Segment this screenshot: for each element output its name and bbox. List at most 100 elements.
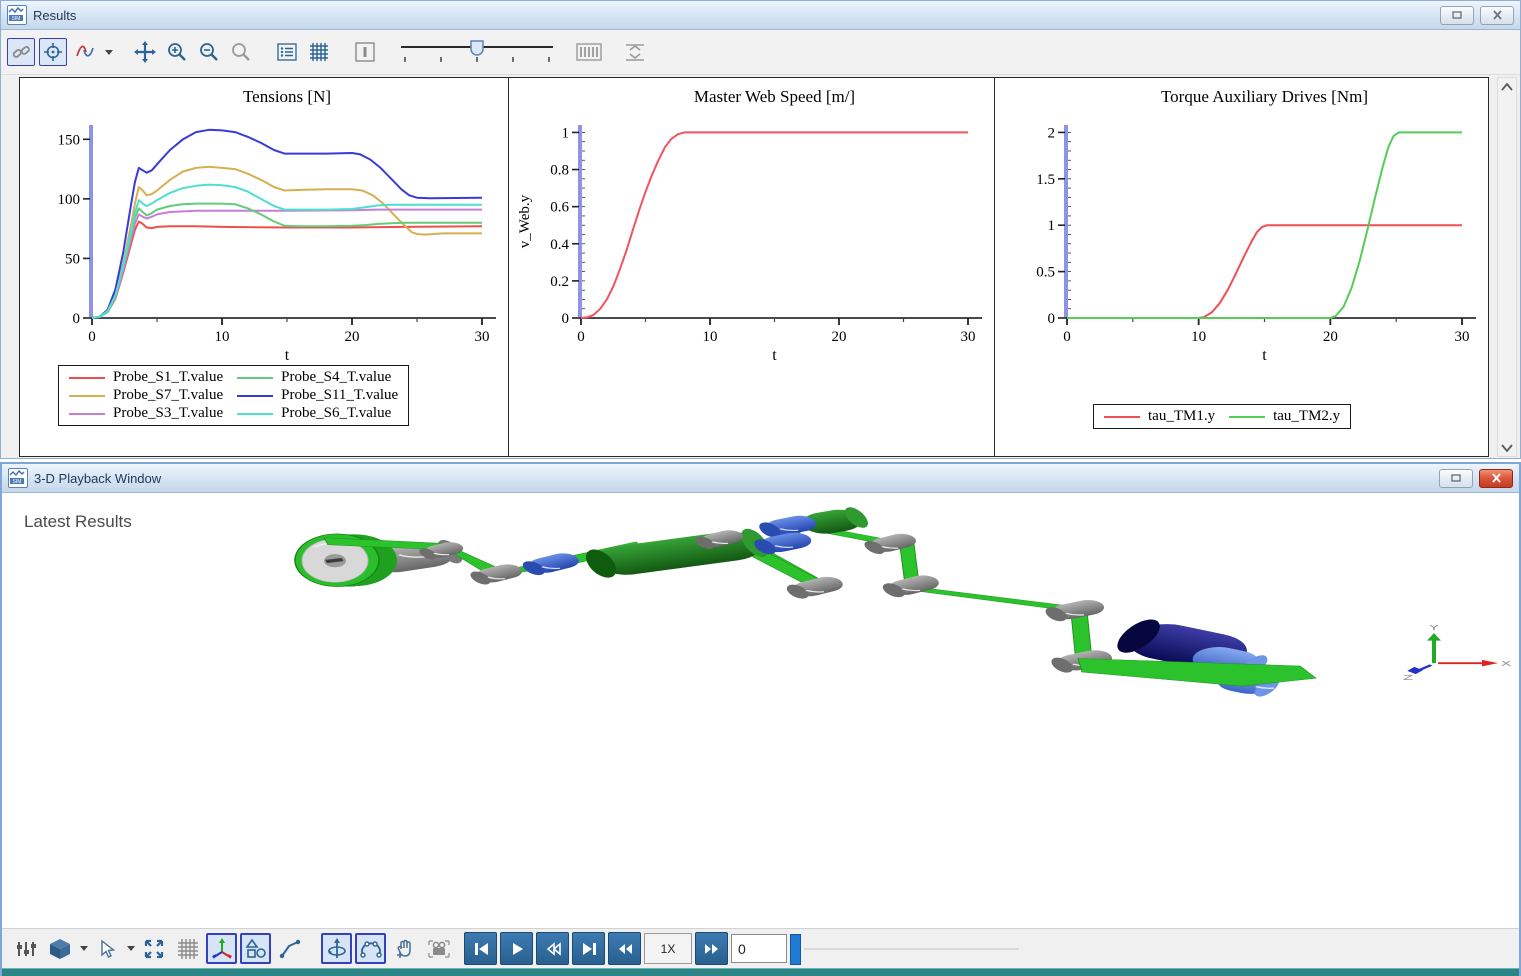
axis-label-x: X	[1501, 659, 1511, 667]
axis-label-z: Z	[1403, 673, 1413, 681]
legend-entry: Probe_S6_T.value	[237, 405, 398, 422]
series-Probe_S1_T.value[interactable]	[92, 222, 482, 319]
scene-3d-viewport[interactable]: Y X Z	[2, 494, 1519, 930]
view-cube-button[interactable]	[44, 933, 75, 964]
x-tick-label: 10	[215, 329, 230, 345]
dancer-roller-blue[interactable]	[518, 551, 584, 577]
playback-titlebar[interactable]: SIM 3-D Playback Window	[2, 464, 1519, 493]
fit-view-button[interactable]	[138, 933, 169, 964]
zoom-in-button[interactable]	[163, 38, 191, 66]
close-button[interactable]	[1479, 469, 1513, 488]
view-cube-dropdown[interactable]	[80, 946, 88, 951]
time-slider[interactable]	[397, 35, 557, 70]
restore-button[interactable]	[1440, 6, 1474, 25]
y-axis	[1064, 125, 1068, 318]
x-tick-label: 20	[345, 329, 360, 345]
grid-button[interactable]	[172, 933, 203, 964]
y-tick-label: 0	[1048, 311, 1056, 327]
drive-drum-green[interactable]	[580, 527, 774, 579]
step-back-button[interactable]	[536, 932, 569, 965]
close-button[interactable]	[1480, 6, 1514, 25]
chart-legend: tau_TM1.y tau_TM2.y	[1093, 404, 1351, 429]
playback-window: SIM 3-D Playback Window	[0, 462, 1521, 976]
x-tick-label: 20	[1323, 329, 1338, 345]
speed-indicator[interactable]: 1X	[644, 933, 692, 964]
select-pointer-button[interactable]	[91, 933, 122, 964]
results-window: SIM Results	[0, 0, 1521, 459]
orbit-view-button[interactable]	[355, 933, 386, 964]
y-tick-label: 1	[562, 125, 570, 141]
legend-label: Probe_S7_T.value	[113, 387, 223, 404]
x-tick-label: 0	[88, 329, 96, 345]
geometry-shapes-button[interactable]	[240, 933, 271, 964]
chart-tensions[interactable]: Tensions [N]0501001500102030tProbe_S1_T.…	[20, 78, 508, 456]
legend-entry: tau_TM2.y	[1229, 408, 1340, 425]
skip-to-end-button[interactable]	[572, 932, 605, 965]
play-button[interactable]	[500, 932, 533, 965]
cursor-line-button[interactable]	[351, 38, 379, 66]
x-tick-label: 10	[1191, 329, 1206, 345]
series-tau_TM1.y[interactable]	[1067, 225, 1462, 318]
axes-triad: Y X Z	[1403, 624, 1511, 682]
x-tick-label: 0	[577, 329, 585, 345]
chart-title: Tensions [N]	[243, 87, 331, 106]
legend-label: Probe_S3_T.value	[113, 405, 223, 422]
record-video-button[interactable]	[423, 933, 454, 964]
zoom-window-button[interactable]	[227, 38, 255, 66]
crosshair-button[interactable]	[39, 38, 67, 66]
scroll-down-icon[interactable]	[1498, 439, 1516, 456]
legend-entry: tau_TM1.y	[1104, 408, 1215, 425]
chart-title: Master Web Speed [m/]	[694, 87, 855, 106]
legend-label: Probe_S6_T.value	[281, 405, 391, 422]
link-button[interactable]	[7, 38, 35, 66]
fit-height-button[interactable]	[621, 38, 649, 66]
measure-polyline-button[interactable]	[274, 933, 305, 964]
frame-input[interactable]	[731, 934, 787, 963]
curve-style-dropdown[interactable]	[105, 50, 113, 55]
rewind-button[interactable]	[608, 932, 641, 965]
fast-forward-button[interactable]	[695, 932, 728, 965]
series-Probe_S7_T.value[interactable]	[92, 167, 482, 318]
legend-label: tau_TM2.y	[1273, 408, 1340, 425]
application-stage: SIM Results	[0, 0, 1521, 976]
pan-button[interactable]	[131, 38, 159, 66]
results-titlebar[interactable]: SIM Results	[1, 1, 1520, 30]
select-pointer-dropdown[interactable]	[127, 946, 135, 951]
restore-button[interactable]	[1439, 469, 1473, 488]
chart-master-web-speed[interactable]: Master Web Speed [m/]00.20.40.60.8101020…	[508, 78, 994, 456]
slider-handle[interactable]	[790, 934, 801, 965]
list-button[interactable]	[273, 38, 301, 66]
coordinate-axes-button[interactable]	[206, 933, 237, 964]
legend-label: Probe_S1_T.value	[113, 369, 223, 386]
skip-to-start-button[interactable]	[464, 932, 497, 965]
zoom-out-button[interactable]	[195, 38, 223, 66]
curve-style-button[interactable]	[71, 38, 99, 66]
bars-button[interactable]	[575, 38, 603, 66]
playback-time-slider[interactable]	[790, 933, 1050, 964]
chart-torque-aux-drives[interactable]: Torque Auxiliary Drives [Nm]00.511.52010…	[994, 78, 1488, 456]
x-tick-label: 30	[961, 329, 976, 345]
x-tick-label: 10	[703, 329, 718, 345]
x-axis-label: t	[285, 347, 290, 364]
svg-text:SIM: SIM	[13, 479, 22, 485]
chart-plot: Torque Auxiliary Drives [Nm]00.511.52010…	[995, 78, 1488, 370]
results-toolbar	[1, 30, 1520, 75]
series-Probe_S4_T.value[interactable]	[92, 204, 482, 318]
grid-button[interactable]	[305, 38, 333, 66]
vertical-scrollbar[interactable]	[1497, 77, 1517, 457]
series-Probe_S11_T.value[interactable]	[92, 130, 482, 318]
y-tick-label: 0	[562, 311, 570, 327]
playback-window-title: 3-D Playback Window	[34, 471, 161, 486]
pan-hand-button[interactable]	[389, 933, 420, 964]
y-tick-label: 0	[73, 311, 81, 327]
series-v_Web.y[interactable]	[581, 132, 968, 318]
results-window-title: Results	[33, 8, 76, 23]
series-Probe_S6_T.value[interactable]	[92, 185, 482, 318]
svg-text:SIM: SIM	[12, 16, 21, 22]
rotate-view-button[interactable]	[321, 933, 352, 964]
y-tick-label: 2	[1048, 125, 1056, 141]
y-tick-label: 0.6	[550, 200, 569, 216]
playback-toolbar: 1X	[2, 928, 1519, 968]
display-settings-button[interactable]	[10, 933, 41, 964]
scroll-up-icon[interactable]	[1498, 78, 1516, 95]
